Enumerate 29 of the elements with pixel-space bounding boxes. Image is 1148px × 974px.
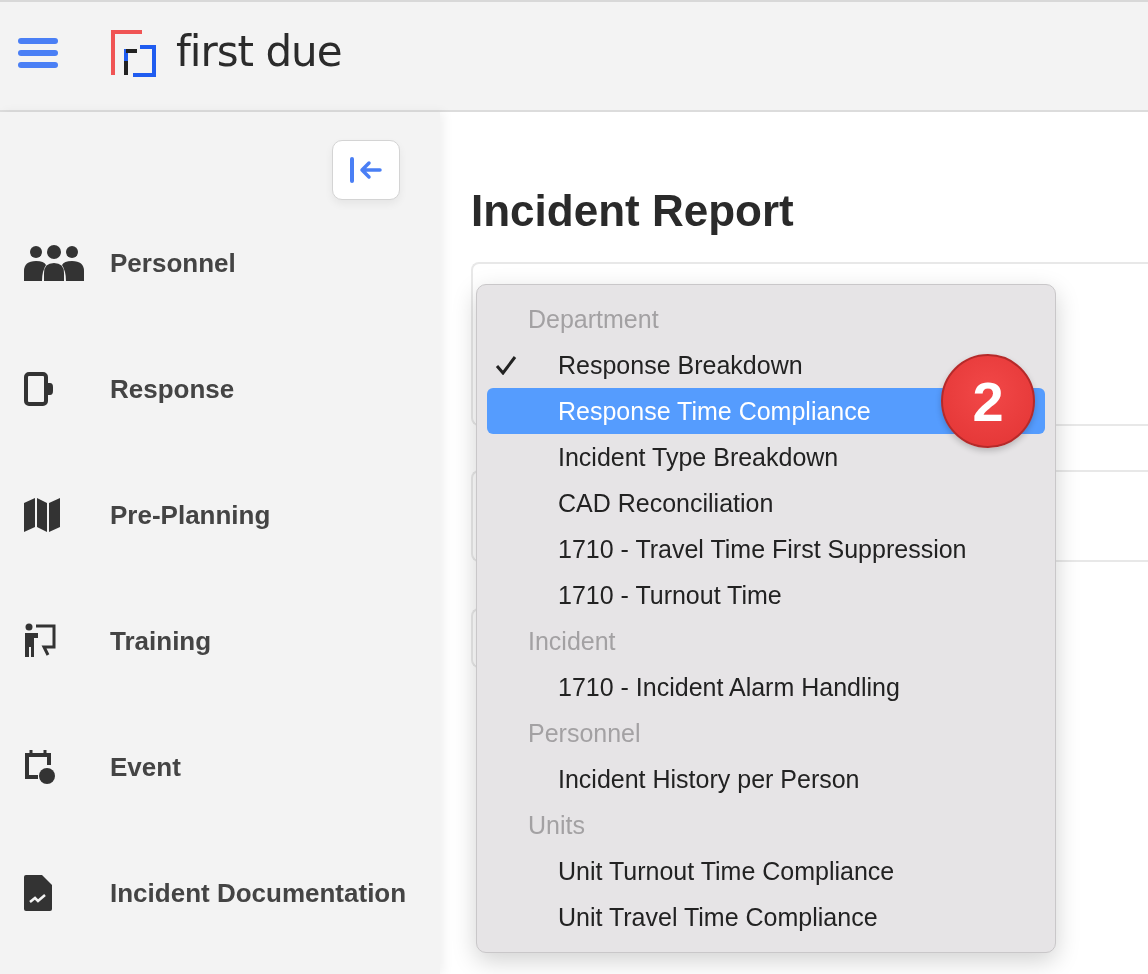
logo-icon (110, 29, 158, 77)
menu-group-header: Department (527, 304, 660, 335)
collapse-arrow-icon (348, 155, 384, 185)
menu-item[interactable]: 1710 - Travel Time First Suppression (487, 526, 1045, 572)
sidebar-item[interactable]: Response (110, 373, 235, 405)
menu-group-header: Incident (527, 626, 617, 657)
menu-item[interactable]: 1710 - Incident Alarm Handling (487, 664, 1045, 710)
menu-item[interactable]: CAD Reconciliation (487, 480, 1045, 526)
sidebar-item[interactable]: Incident Documentation (110, 877, 407, 909)
sidebar-item[interactable]: Training (110, 625, 212, 657)
menu-item[interactable]: Unit Travel Time Compliance (487, 894, 1045, 940)
sidebar-item[interactable]: Personnel (110, 247, 236, 279)
logo-text: first due (176, 26, 342, 76)
presenter-icon (24, 623, 56, 659)
menu-item[interactable]: Incident History per Person (487, 756, 1045, 802)
phone-icon (24, 372, 54, 406)
menu-item[interactable]: Unit Turnout Time Compliance (487, 848, 1045, 894)
menu-item[interactable]: 1710 - Turnout Time (487, 572, 1045, 618)
document-icon (24, 875, 52, 911)
page-title: Incident Report (471, 186, 795, 236)
map-icon (24, 497, 60, 533)
menu-group-header: Personnel (527, 718, 642, 749)
people-icon (24, 245, 84, 281)
menu-group-header: Units (527, 810, 586, 841)
calendar-icon (24, 749, 56, 785)
sidebar-item[interactable]: Pre-Planning (110, 499, 271, 531)
collapse-sidebar-button[interactable] (332, 140, 400, 200)
sidebar-item[interactable]: Event (110, 751, 181, 783)
menu-icon[interactable] (18, 38, 58, 68)
